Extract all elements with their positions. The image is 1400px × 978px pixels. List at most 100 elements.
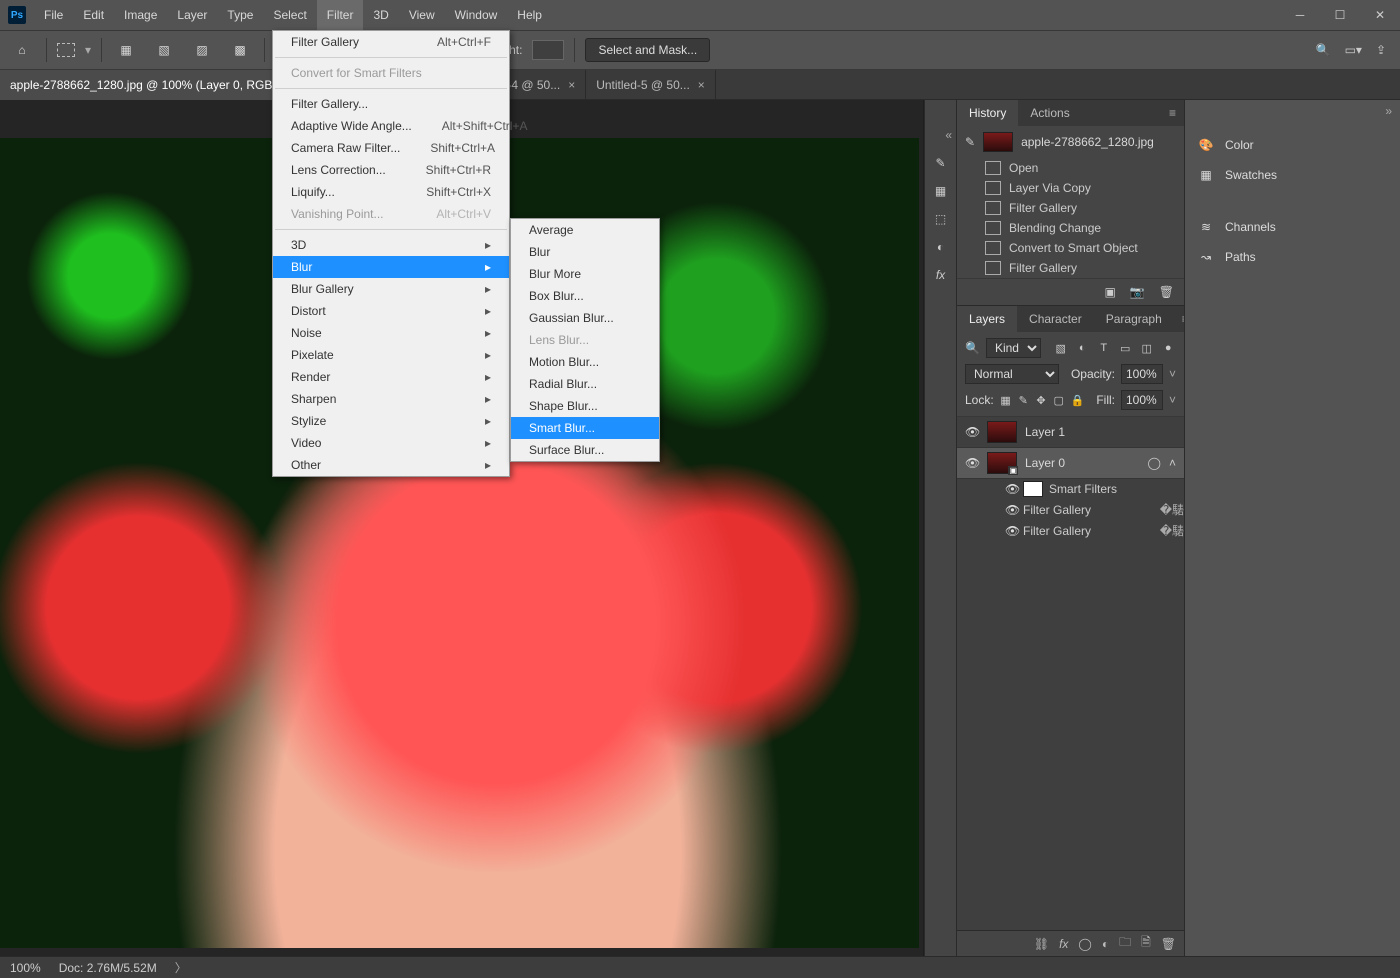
smart-filter-name[interactable]: Filter Gallery [1023,503,1091,517]
visibility-icon[interactable]: 👁 [1005,482,1017,496]
menu-file[interactable]: File [34,0,73,30]
close-tab-icon[interactable]: × [698,78,705,92]
history-item[interactable]: Open [957,158,1184,178]
history-item[interactable]: Filter Gallery [957,198,1184,218]
zoom-level[interactable]: 100% [10,961,41,975]
maximize-button[interactable]: ☐ [1320,0,1360,30]
close-button[interactable]: ✕ [1360,0,1400,30]
link-layers-icon[interactable]: ⛓ [1034,937,1049,951]
visibility-icon[interactable]: 👁 [1005,524,1017,538]
selection-subtract-icon[interactable]: ▨ [188,36,216,64]
delete-layer-icon[interactable]: 🗑 [1161,937,1176,951]
minimize-button[interactable]: ─ [1280,0,1320,30]
history-brush-icon[interactable]: ✎ [965,135,975,149]
history-new-doc-icon[interactable]: ▣ [1104,285,1115,299]
adjustment-layer-icon[interactable]: ◐ [1102,937,1109,951]
panel-menu-icon[interactable]: ≡ [1161,106,1184,120]
blur-submenu-item[interactable]: Blur [511,241,659,263]
selection-add-icon[interactable]: ▧ [150,36,178,64]
selection-new-icon[interactable]: ▦ [112,36,140,64]
menu-image[interactable]: Image [114,0,167,30]
filter-menu-item[interactable]: Filter GalleryAlt+Ctrl+F [273,31,509,53]
visibility-icon[interactable]: 👁 [965,425,979,439]
filter-menu-item[interactable]: Camera Raw Filter...Shift+Ctrl+A [273,137,509,159]
select-and-mask-button[interactable]: Select and Mask... [585,38,710,62]
filter-menu-item[interactable]: Other▸ [273,454,509,476]
lock-position-icon[interactable]: ✥ [1035,392,1047,408]
menu-window[interactable]: Window [445,0,508,30]
blur-submenu-item[interactable]: Shape Blur... [511,395,659,417]
filter-menu-item[interactable]: Distort▸ [273,300,509,322]
share-icon[interactable]: ⇪ [1376,43,1386,57]
doc-size[interactable]: Doc: 2.76M/5.52M [59,961,157,975]
workspace-icon[interactable]: ▭▾ [1345,43,1362,57]
height-input[interactable] [532,40,564,60]
blur-submenu-item[interactable]: Gaussian Blur... [511,307,659,329]
blur-submenu-item[interactable]: Box Blur... [511,285,659,307]
menu-view[interactable]: View [399,0,445,30]
history-item[interactable]: Convert to Smart Object [957,238,1184,258]
search-icon[interactable]: 🔍 [1316,43,1331,57]
blur-submenu-item[interactable]: Average [511,219,659,241]
status-menu-icon[interactable]: 〉 [175,959,187,976]
filter-menu-item[interactable]: Adaptive Wide Angle...Alt+Shift+Ctrl+A [273,115,509,137]
filter-type-icon[interactable]: T [1096,340,1112,356]
tab-actions[interactable]: Actions [1018,100,1081,126]
filter-image-icon[interactable]: ▧ [1053,340,1069,356]
blur-submenu-item[interactable]: Smart Blur... [511,417,659,439]
lock-pixels-icon[interactable]: ✎ [1017,392,1029,408]
history-item[interactable]: Filter Gallery [957,258,1184,278]
channels-panel-button[interactable]: ≋ Channels [1185,212,1400,242]
filter-menu-item[interactable]: Blur Gallery▸ [273,278,509,300]
opacity-input[interactable] [1121,364,1163,384]
lock-all-icon[interactable]: 🔒 [1071,392,1085,408]
layer-mask-icon[interactable]: ◯ [1078,937,1091,951]
filter-menu-item[interactable]: Blur▸ [273,256,509,278]
home-icon[interactable]: ⌂ [8,36,36,64]
filter-menu-item[interactable]: Sharpen▸ [273,388,509,410]
filter-toggle-icon[interactable]: ● [1160,340,1176,356]
lock-transparent-icon[interactable]: ▦ [1000,392,1012,408]
filter-blending-icon[interactable]: �騞 [1160,522,1184,539]
selection-intersect-icon[interactable]: ▩ [226,36,254,64]
tab-history[interactable]: History [957,100,1018,126]
collapse-dock-icon[interactable]: » [1385,104,1392,122]
blur-submenu-item[interactable]: Surface Blur... [511,439,659,461]
layer-group-icon[interactable]: 🗀 [1119,933,1131,954]
lock-artboard-icon[interactable]: ▢ [1053,392,1065,408]
smart-filter-name[interactable]: Filter Gallery [1023,524,1091,538]
blur-submenu-item[interactable]: Blur More [511,263,659,285]
layer-filter-kind[interactable]: Kind [986,338,1041,358]
filter-menu-item[interactable]: Pixelate▸ [273,344,509,366]
tab-layers[interactable]: Layers [957,306,1017,332]
layer-row[interactable]: 👁 ▣ Layer 0 ◯ ˄ [957,448,1184,479]
filter-smart-icon[interactable]: ◫ [1139,340,1155,356]
marquee-tool-icon[interactable] [57,43,75,57]
paths-panel-button[interactable]: ↝ Paths [1185,242,1400,272]
history-delete-icon[interactable]: 🗑 [1159,285,1174,299]
contrast-icon[interactable]: ◐ [937,240,944,254]
filter-menu-item[interactable]: Stylize▸ [273,410,509,432]
fx-icon[interactable]: fx [936,268,945,282]
brush-icon[interactable]: ✎ [935,156,945,170]
close-tab-icon[interactable]: × [568,78,575,92]
tab-character[interactable]: Character [1017,306,1094,332]
layer-collapse-icon[interactable]: ˄ [1169,456,1176,470]
filter-shape-icon[interactable]: ▭ [1117,340,1133,356]
menu-select[interactable]: Select [263,0,316,30]
filter-menu-item[interactable]: Video▸ [273,432,509,454]
document-tab[interactable]: Untitled-5 @ 50...× [586,70,716,100]
filter-menu-item[interactable]: 3D▸ [273,234,509,256]
filter-adjust-icon[interactable]: ◐ [1074,340,1090,356]
menu-3d[interactable]: 3D [363,0,398,30]
visibility-icon[interactable]: 👁 [1005,503,1017,517]
filter-blending-icon[interactable]: �騞 [1160,501,1184,518]
layer-fx-icon[interactable]: fx [1059,937,1068,951]
menu-layer[interactable]: Layer [167,0,217,30]
visibility-icon[interactable]: 👁 [965,456,979,470]
swatches-panel-button[interactable]: ▦ Swatches [1185,160,1400,190]
history-item[interactable]: Layer Via Copy [957,178,1184,198]
menu-filter[interactable]: Filter [317,0,364,30]
menu-edit[interactable]: Edit [73,0,114,30]
filter-menu-item[interactable]: Noise▸ [273,322,509,344]
